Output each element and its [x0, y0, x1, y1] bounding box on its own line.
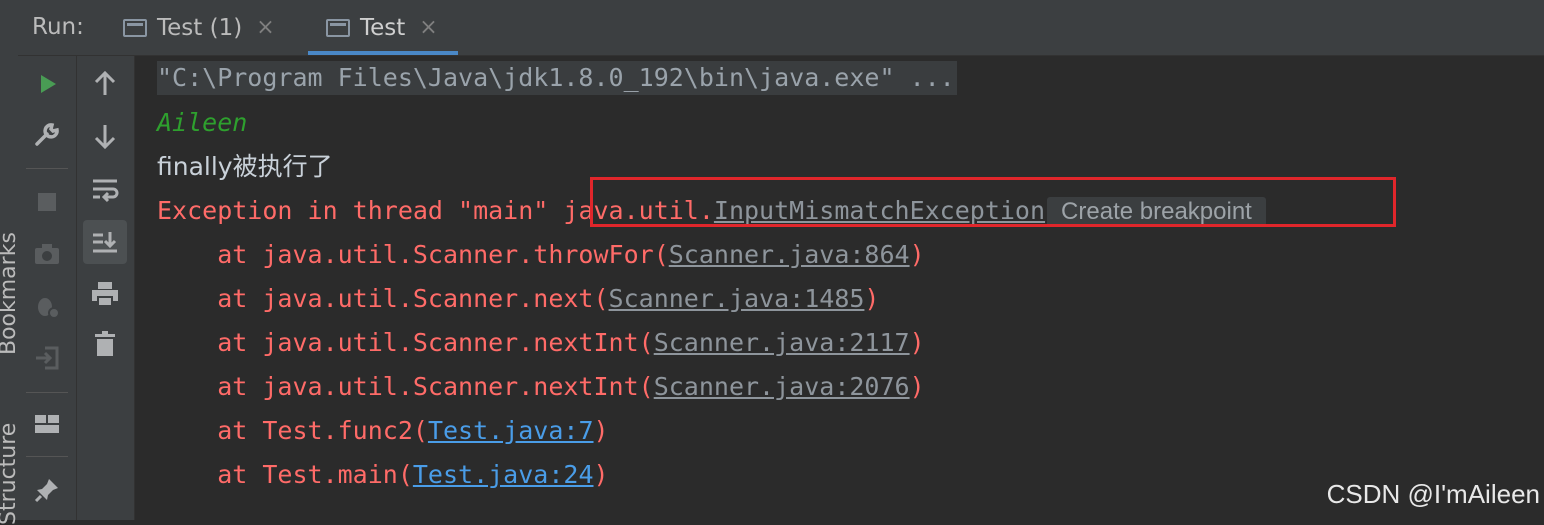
exit-button[interactable] — [25, 336, 69, 380]
tab-label: Test — [360, 14, 406, 41]
console-window-icon — [123, 18, 147, 37]
program-output: Aileen — [157, 108, 248, 137]
rerun-button[interactable] — [25, 62, 69, 106]
pin-tab-button[interactable] — [25, 468, 69, 512]
exception-prefix: Exception in thread "main" — [157, 196, 564, 225]
frame-suffix: ) — [909, 328, 925, 357]
source-link[interactable]: Scanner.java:864 — [669, 240, 910, 269]
next-occurrence-button[interactable] — [83, 114, 127, 158]
stack-frame: at java.util.Scanner.next(Scanner.java:1… — [157, 282, 879, 316]
dump-threads-button[interactable] — [25, 232, 69, 276]
scroll-to-end-icon — [93, 232, 117, 253]
toolbar-separator — [26, 392, 68, 393]
close-icon[interactable]: × — [256, 15, 274, 40]
toolbar-separator — [26, 168, 68, 169]
debug-settings-icon — [38, 298, 60, 319]
run-label: Run: — [32, 14, 84, 40]
frame-text: at java.util.Scanner.next( — [157, 284, 609, 313]
frame-text: at java.util.Scanner.throwFor( — [157, 240, 669, 269]
stack-frame: at java.util.Scanner.nextInt(Scanner.jav… — [157, 326, 925, 360]
source-link[interactable]: Scanner.java:2076 — [654, 372, 910, 401]
debug-settings-button[interactable] — [25, 284, 69, 328]
console-toolbar — [77, 56, 135, 520]
stack-frame: at Test.main(Test.java:24) — [157, 458, 609, 492]
finally-output: finally被执行了 — [157, 150, 333, 184]
run-tool-window-header: Run: Test (1) × Test × — [18, 0, 1544, 56]
tab-test[interactable]: Test × — [308, 0, 458, 55]
scroll-to-end-button[interactable] — [83, 220, 127, 264]
source-link[interactable]: Scanner.java:1485 — [609, 284, 865, 313]
source-link[interactable]: Scanner.java:2117 — [654, 328, 910, 357]
annotation-highlight-box — [590, 177, 1396, 227]
frame-text: at java.util.Scanner.nextInt( — [157, 372, 654, 401]
tab-label: Test (1) — [157, 14, 243, 41]
login-icon — [36, 346, 59, 370]
source-link[interactable]: Test.java:24 — [413, 460, 594, 489]
stack-frame: at java.util.Scanner.throwFor(Scanner.ja… — [157, 238, 925, 272]
down-arrow-icon — [94, 125, 116, 150]
close-icon[interactable]: × — [419, 15, 437, 40]
previous-occurrence-button[interactable] — [83, 62, 127, 106]
print-button[interactable] — [83, 272, 127, 316]
trash-icon — [95, 331, 115, 356]
run-toolbar — [18, 56, 77, 520]
console-window-icon — [326, 18, 350, 37]
camera-icon — [35, 244, 59, 264]
soft-wrap-button[interactable] — [83, 168, 127, 212]
print-icon — [92, 282, 118, 307]
command-line[interactable]: "C:\Program Files\Java\jdk1.8.0_192\bin\… — [157, 61, 957, 95]
frame-suffix: ) — [593, 416, 609, 445]
up-arrow-icon — [94, 70, 116, 95]
wrench-icon — [35, 123, 59, 146]
rerun-icon — [41, 75, 56, 93]
finally-text: finally被执行了 — [157, 152, 333, 181]
frame-suffix: ) — [593, 460, 609, 489]
frame-suffix: ) — [864, 284, 880, 313]
stop-button[interactable] — [25, 180, 69, 224]
modify-run-config-button[interactable] — [25, 113, 69, 157]
frame-text: at Test.func2( — [157, 416, 428, 445]
console-output[interactable]: "C:\Program Files\Java\jdk1.8.0_192\bin\… — [135, 56, 1544, 520]
watermark: CSDN @I'mAileen — [1326, 479, 1540, 509]
frame-text: at Test.main( — [157, 460, 413, 489]
clear-all-button[interactable] — [83, 322, 127, 366]
source-link[interactable]: Test.java:7 — [428, 416, 594, 445]
layout-icon — [35, 415, 59, 433]
tab-test-1[interactable]: Test (1) × — [123, 0, 275, 55]
soft-wrap-icon — [93, 179, 119, 203]
layout-button[interactable] — [25, 402, 69, 446]
frame-suffix: ) — [909, 240, 925, 269]
stack-frame: at java.util.Scanner.nextInt(Scanner.jav… — [157, 370, 925, 404]
frame-text: at java.util.Scanner.nextInt( — [157, 328, 654, 357]
side-tool-strip: Bookmarks Structure — [0, 0, 21, 525]
stack-frame: at Test.func2(Test.java:7) — [157, 414, 609, 448]
toolbar-separator — [26, 456, 68, 457]
stop-icon — [38, 193, 56, 211]
pin-icon — [34, 479, 58, 503]
frame-suffix: ) — [909, 372, 925, 401]
